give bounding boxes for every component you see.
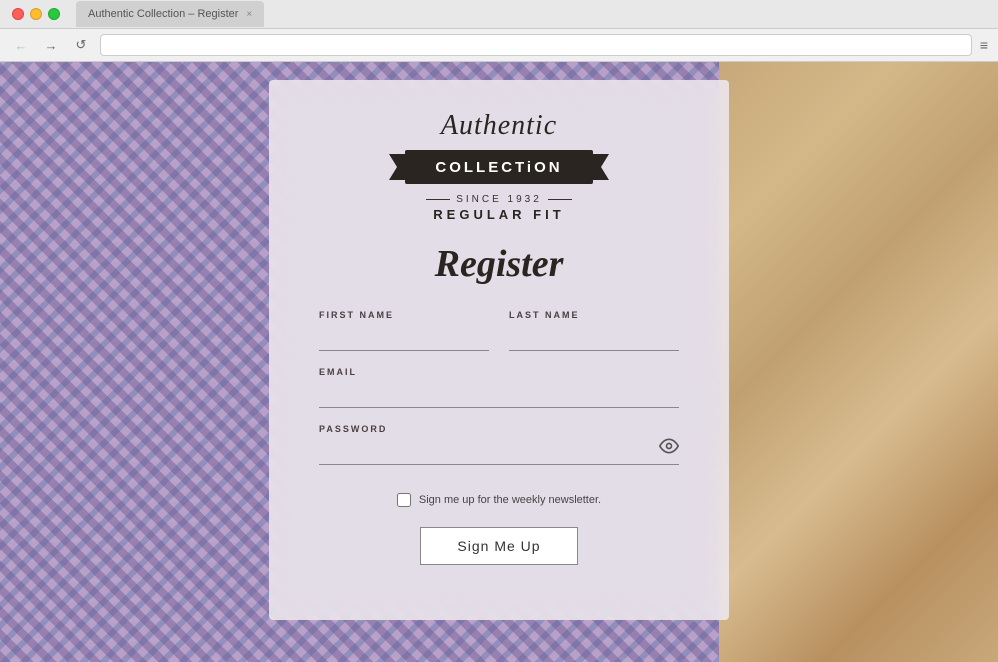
register-heading: Register bbox=[435, 242, 564, 286]
title-bar: Authentic Collection – Register × bbox=[0, 0, 998, 28]
logo-since: Since 1932 bbox=[426, 194, 572, 205]
password-toggle-button[interactable] bbox=[659, 436, 679, 461]
tab-label: Authentic Collection – Register bbox=[88, 8, 238, 20]
logo-area: Authentic COLLECTiON Since 1932 REGULAR … bbox=[319, 110, 679, 222]
password-input[interactable] bbox=[319, 440, 679, 465]
last-name-group: LAST NAME bbox=[509, 310, 679, 351]
maximize-button[interactable] bbox=[48, 8, 60, 20]
browser-toolbar: ← → ↺ ≡ bbox=[0, 28, 998, 62]
email-input[interactable] bbox=[319, 383, 679, 408]
newsletter-row: Sign me up for the weekly newsletter. bbox=[319, 493, 679, 507]
last-name-input[interactable] bbox=[509, 326, 679, 351]
traffic-lights bbox=[12, 8, 60, 20]
first-name-group: FIRST NAME bbox=[319, 310, 489, 351]
first-name-label: FIRST NAME bbox=[319, 310, 489, 320]
minimize-button[interactable] bbox=[30, 8, 42, 20]
menu-icon[interactable]: ≡ bbox=[980, 37, 988, 53]
logo-authentic-text: Authentic bbox=[441, 110, 557, 142]
newsletter-label[interactable]: Sign me up for the weekly newsletter. bbox=[419, 494, 601, 506]
tab-close-icon[interactable]: × bbox=[246, 9, 252, 20]
browser-tab[interactable]: Authentic Collection – Register × bbox=[76, 1, 264, 27]
reload-button[interactable]: ↺ bbox=[70, 34, 92, 56]
close-button[interactable] bbox=[12, 8, 24, 20]
eye-icon bbox=[659, 436, 679, 456]
back-button[interactable]: ← bbox=[10, 34, 32, 56]
register-form: FIRST NAME LAST NAME EMAIL PASSWORD bbox=[319, 310, 679, 565]
first-name-input[interactable] bbox=[319, 326, 489, 351]
email-label: EMAIL bbox=[319, 367, 679, 377]
newsletter-checkbox[interactable] bbox=[397, 493, 411, 507]
name-row: FIRST NAME LAST NAME bbox=[319, 310, 679, 351]
background-wood bbox=[719, 62, 998, 662]
email-group: EMAIL bbox=[319, 367, 679, 408]
page-content: Authentic COLLECTiON Since 1932 REGULAR … bbox=[0, 62, 998, 662]
register-modal: Authentic COLLECTiON Since 1932 REGULAR … bbox=[269, 80, 729, 620]
logo-regular-fit: REGULAR FIT bbox=[433, 207, 564, 222]
tab-bar: Authentic Collection – Register × bbox=[68, 0, 272, 31]
svg-text:COLLECTiON: COLLECTiON bbox=[435, 159, 562, 176]
browser-chrome: Authentic Collection – Register × ← → ↺ … bbox=[0, 0, 998, 62]
address-bar[interactable] bbox=[100, 34, 972, 56]
last-name-label: LAST NAME bbox=[509, 310, 679, 320]
forward-button[interactable]: → bbox=[40, 34, 62, 56]
password-wrapper bbox=[319, 440, 679, 465]
password-group: PASSWORD bbox=[319, 424, 679, 465]
signup-button[interactable]: Sign Me Up bbox=[420, 527, 577, 565]
logo-banner: COLLECTiON bbox=[389, 146, 609, 188]
password-label: PASSWORD bbox=[319, 424, 679, 434]
